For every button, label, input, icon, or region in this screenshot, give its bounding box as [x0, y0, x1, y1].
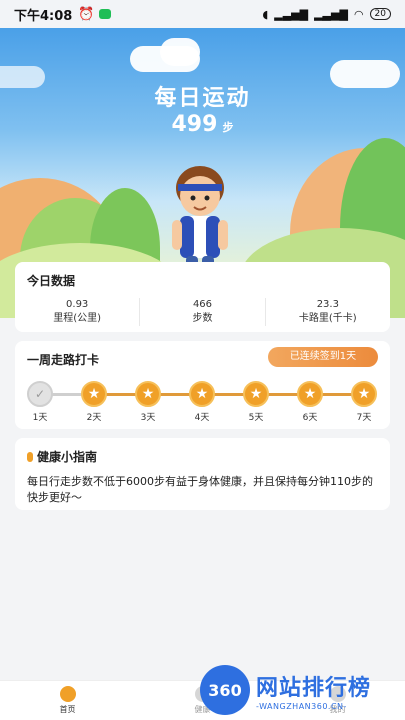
streak-badge[interactable]: 已连续签到1天 — [268, 347, 378, 367]
stat-label: 卡路里(千卡) — [298, 313, 357, 324]
watermark-logo-icon: 360 — [200, 665, 250, 715]
checkin-day[interactable]: ★ 6天 — [296, 381, 324, 423]
status-time: 下午4:08 — [14, 8, 73, 24]
weekly-checkin-card: 一周走路打卡 已连续签到1天 ✓ 1天 ★ 2天 ★ 3天 ★ 4天 ★ 5天 … — [15, 341, 390, 429]
checkin-day[interactable]: ★ 5天 — [242, 381, 270, 423]
watermark-text: 网站排行榜 -WANGZHAN360.CN- — [256, 670, 371, 711]
cloud-decoration — [160, 38, 200, 66]
stat-label: 步数 — [192, 313, 213, 324]
wifi-icon: ◠ — [353, 7, 364, 21]
home-medal-icon — [59, 686, 76, 702]
check-icon: ✓ — [27, 381, 53, 407]
guide-title-text: 健康小指南 — [37, 450, 98, 464]
lightbulb-icon — [27, 451, 33, 462]
star-icon: ★ — [351, 381, 377, 407]
day-label: 1天 — [32, 413, 48, 423]
today-data-title: 今日数据 — [27, 274, 76, 288]
watermark: 360 网站排行榜 -WANGZHAN360.CN- — [200, 660, 405, 720]
today-data-card: 今日数据 0.93 里程(公里) 466 步数 23.3 卡路里(千卡) — [15, 262, 390, 332]
step-count-unit: 步 — [222, 121, 234, 134]
notification-icons: ⏰ — [78, 6, 111, 22]
tab-label: 首页 — [59, 705, 76, 714]
watermark-title: 网站排行榜 — [256, 675, 372, 701]
signal-2-icon: ▂▃▅▇ — [314, 7, 348, 21]
checkin-day[interactable]: ★ 3天 — [134, 381, 162, 423]
stat-steps: 466 步数 — [139, 298, 264, 326]
signal-icon: ▂▃▅▇ — [274, 7, 309, 21]
checkin-day[interactable]: ✓ 1天 — [26, 381, 54, 423]
status-bar: 下午4:08 ⏰ ◖ ▂▃▅▇ ▂▃▅▇ ◠ 20 — [0, 0, 405, 28]
wechat-icon — [98, 9, 111, 19]
step-count: 499 步 — [0, 112, 405, 137]
stat-value: 0.93 — [66, 299, 89, 310]
battery-icon: 20 — [369, 8, 391, 20]
watermark-url: -WANGZHAN360.CN- — [256, 701, 347, 711]
day-label: 5天 — [248, 413, 264, 423]
checkin-day[interactable]: ★ 4天 — [188, 381, 216, 423]
stat-label: 里程(公里) — [53, 313, 102, 324]
system-icons: ◖ ▂▃▅▇ ▂▃▅▇ ◠ 20 — [262, 8, 391, 21]
stat-calories: 23.3 卡路里(千卡) — [264, 298, 390, 326]
star-icon: ★ — [135, 381, 161, 407]
stat-value: 466 — [192, 299, 213, 310]
page-title: 每日运动 — [154, 86, 251, 111]
today-stats: 0.93 里程(公里) 466 步数 23.3 卡路里(千卡) — [15, 298, 390, 326]
stat-value: 23.3 — [316, 299, 339, 310]
checkin-title: 一周走路打卡 — [27, 353, 100, 367]
checkin-day[interactable]: ★ 2天 — [80, 381, 108, 423]
day-label: 4天 — [194, 413, 210, 423]
tab-home[interactable]: 首页 — [0, 681, 135, 720]
nfc-icon: ◖ — [262, 7, 269, 21]
star-icon: ★ — [81, 381, 107, 407]
checkin-day[interactable]: ★ 7天 — [350, 381, 378, 423]
alarm-icon: ⏰ — [78, 6, 95, 22]
star-icon: ★ — [243, 381, 269, 407]
health-guide-card: 健康小指南 每日行走步数不低于6000步有益于身体健康，并且保持每分钟110步的… — [15, 438, 390, 510]
day-label: 2天 — [86, 413, 102, 423]
guide-text: 每日行走步数不低于6000步有益于身体健康，并且保持每分钟110步的快步更好～ — [27, 475, 373, 504]
stat-distance: 0.93 里程(公里) — [15, 298, 139, 326]
day-label: 7天 — [356, 413, 372, 423]
day-label: 3天 — [140, 413, 156, 423]
star-icon: ★ — [189, 381, 215, 407]
day-label: 6天 — [302, 413, 318, 423]
step-count-value: 499 — [171, 112, 218, 137]
guide-title: 健康小指南 — [27, 448, 97, 465]
star-icon: ★ — [297, 381, 323, 407]
